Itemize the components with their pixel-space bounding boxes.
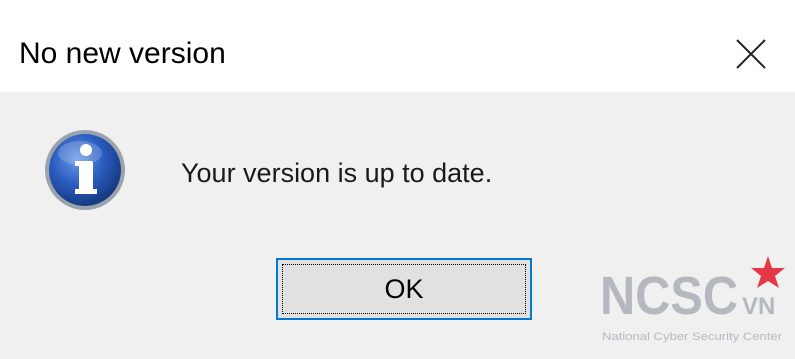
title-bar: No new version	[0, 0, 795, 92]
watermark-logo-text: NCSC	[600, 266, 738, 326]
message-dialog: No new version Your version is up to dat…	[0, 0, 795, 359]
close-button[interactable]	[726, 32, 776, 76]
ok-button-label: OK	[384, 273, 424, 304]
dialog-title: No new version	[19, 37, 226, 70]
information-icon	[45, 130, 125, 210]
close-icon	[736, 39, 766, 69]
watermark-subtitle: National Cyber Security Center	[602, 331, 782, 343]
watermark-logo-suffix: VN	[742, 293, 775, 320]
ncsc-watermark-logo: NCSC VN National Cyber Security Center	[600, 256, 785, 343]
dialog-message: Your version is up to date.	[181, 158, 493, 188]
ok-button[interactable]: OK	[276, 258, 532, 320]
star-icon	[751, 256, 785, 288]
